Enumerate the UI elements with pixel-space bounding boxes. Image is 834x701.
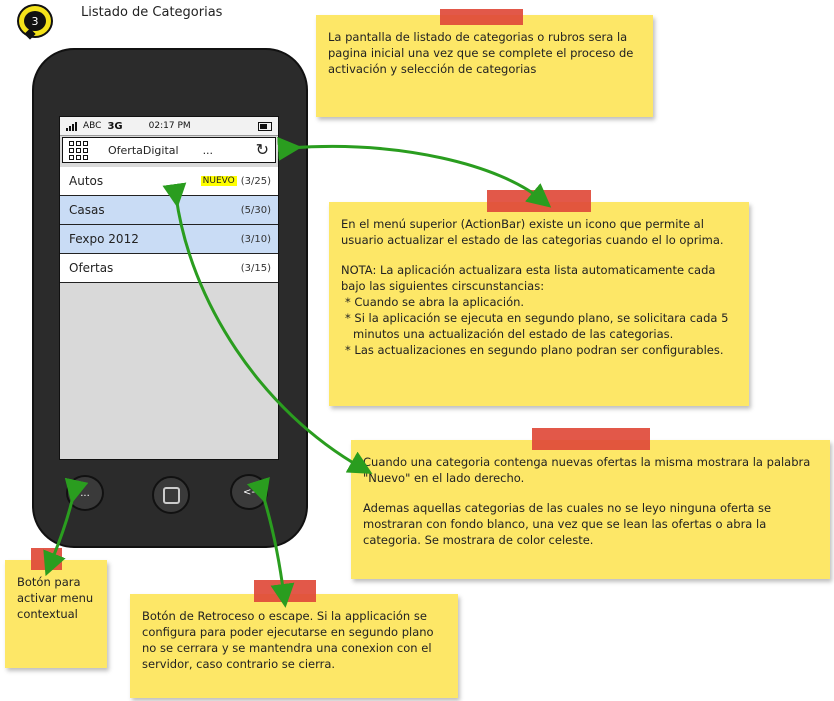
connector-arrows — [43, 136, 552, 608]
arrow-back-to-note — [246, 476, 295, 608]
arrow-nuevo-to-note — [162, 182, 373, 474]
arrow-menu-to-note — [43, 477, 89, 577]
arrow-refresh-to-note — [277, 136, 552, 208]
